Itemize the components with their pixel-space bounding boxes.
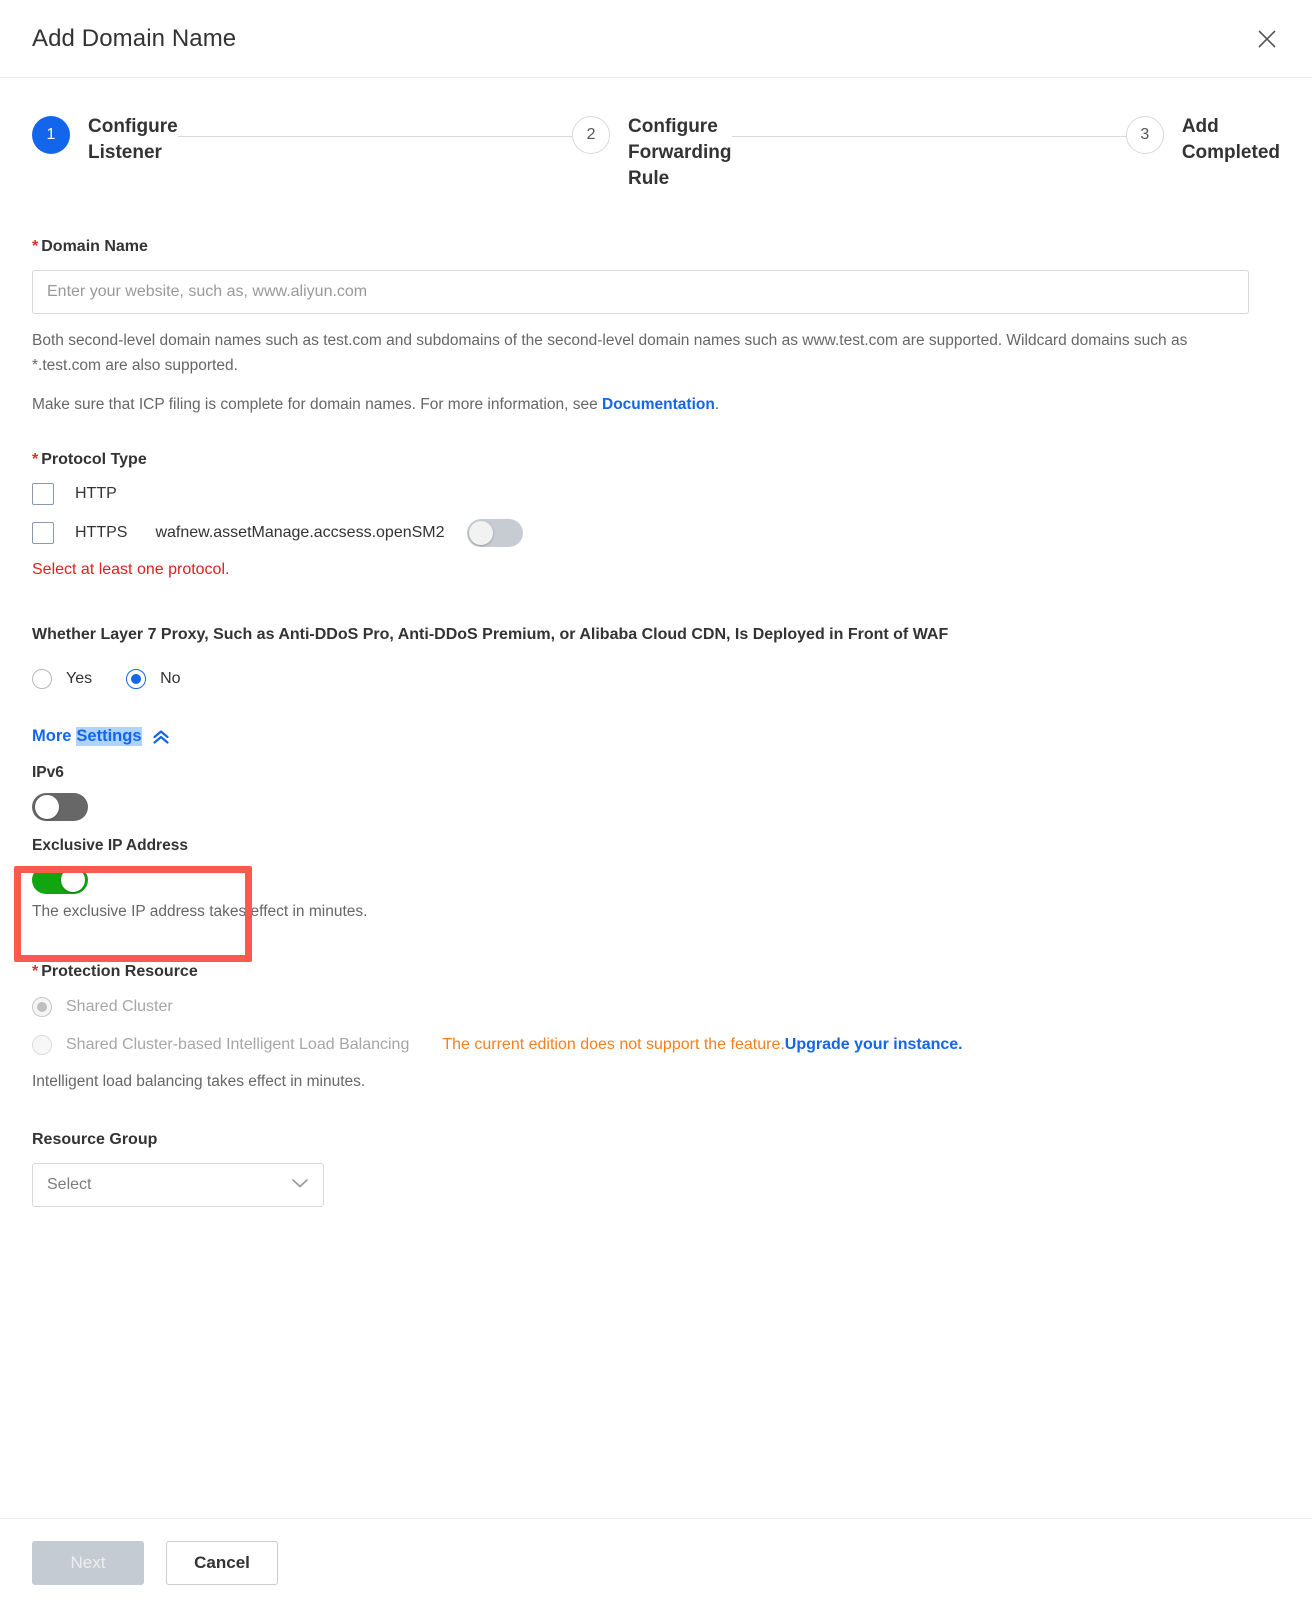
protocol-type-label-text: Protocol Type [41, 451, 147, 468]
step-1-number: 1 [32, 116, 70, 154]
chevron-double-up-icon [152, 729, 170, 745]
exclusive-ip-note: The exclusive IP address takes effect in… [32, 903, 368, 920]
feature-unsupported-text: The current edition does not support the… [442, 1036, 785, 1053]
ipv6-section: IPv6 [32, 764, 1280, 821]
required-asterisk: * [32, 963, 39, 980]
exclusive-ip-label: Exclusive IP Address [32, 837, 188, 854]
layer7-proxy-options: Yes No [32, 669, 1280, 689]
icp-help-suffix: . [714, 396, 720, 413]
step-3-label: Add Completed [1181, 116, 1281, 163]
step-3-number: 3 [1125, 116, 1164, 154]
checkbox-https-label: HTTPS [75, 524, 128, 541]
close-icon[interactable] [1250, 22, 1284, 56]
sm2-toggle[interactable] [466, 519, 523, 547]
page-title: Add Domain Name [32, 24, 237, 52]
ipv6-label: IPv6 [32, 764, 64, 781]
protocol-http-row[interactable]: HTTP [32, 483, 1280, 505]
required-asterisk: * [32, 451, 39, 468]
step-3-add-completed[interactable]: 3 Add Completed [1125, 114, 1281, 166]
exclusive-ip-toggle-knob [61, 868, 85, 892]
ipv6-toggle[interactable] [32, 793, 88, 821]
radio-layer7-no-label: No [160, 670, 181, 687]
checkbox-https[interactable] [32, 522, 54, 544]
step-connector-1 [177, 136, 573, 137]
more-settings-toggle[interactable]: More Settings [32, 727, 170, 746]
exclusive-ip-toggle[interactable] [32, 866, 88, 894]
protection-resource-note: Intelligent load balancing takes effect … [32, 1073, 366, 1090]
domain-name-help-1: Both second-level domain names such as t… [32, 332, 1188, 374]
next-button[interactable]: Next [32, 1540, 144, 1585]
checkbox-http[interactable] [32, 483, 54, 505]
feature-unsupported-message: The current edition does not support the… [442, 1036, 962, 1054]
sm2-toggle-knob [468, 521, 493, 545]
layer7-proxy-question: Whether Layer 7 Proxy, Such as Anti-DDoS… [32, 626, 949, 643]
dialog-footer: Next Cancel [0, 1518, 1312, 1606]
exclusive-ip-section: Exclusive IP Address The exclusive IP ad… [32, 837, 1280, 921]
ipv6-toggle-knob [35, 795, 59, 819]
radio-intelligent-load-balancing [32, 1035, 52, 1055]
documentation-link[interactable]: Documentation [602, 396, 715, 413]
step-1-label: Configure Listener [88, 116, 178, 163]
step-indicator: 1 Configure Listener 2 Configure Forward… [0, 78, 1312, 192]
step-1-configure-listener[interactable]: 1 Configure Listener [32, 114, 178, 166]
sm2-feature-label: wafnew.assetManage.accsess.openSM2 [155, 524, 445, 541]
protection-resource-label: * Protection Resource [32, 963, 1280, 981]
more-settings-settings-text: Settings [76, 727, 142, 746]
required-asterisk: * [32, 238, 39, 255]
chevron-down-icon [291, 1176, 309, 1194]
domain-name-help-2: Make sure that ICP filing is complete fo… [32, 392, 1247, 417]
more-settings-more-text: More [32, 727, 72, 745]
resource-group-select[interactable]: Select [32, 1163, 324, 1207]
protocol-type-section: * Protocol Type HTTP HTTPS wafnew.assetMa… [32, 451, 1280, 579]
radio-shared-cluster [32, 997, 52, 1017]
protection-option-shared-cluster: Shared Cluster [32, 997, 1280, 1017]
radio-layer7-no[interactable] [126, 669, 147, 689]
domain-name-label: * Domain Name [32, 238, 1280, 256]
radio-shared-cluster-label: Shared Cluster [66, 998, 173, 1015]
step-2-number: 2 [572, 116, 611, 154]
radio-intelligent-load-balancing-label: Shared Cluster-based Intelligent Load Ba… [66, 1036, 410, 1053]
resource-group-selected-value: Select [47, 1176, 92, 1193]
dialog-header: Add Domain Name [0, 0, 1312, 78]
icp-help-prefix: Make sure that ICP filing is complete fo… [32, 396, 603, 413]
checkbox-http-label: HTTP [75, 485, 117, 502]
step-2-label: Configure Forwarding Rule [628, 116, 732, 189]
domain-name-input[interactable] [32, 270, 1249, 314]
cancel-button[interactable]: Cancel [166, 1540, 278, 1585]
radio-layer7-yes-label: Yes [66, 670, 93, 687]
resource-group-section: Resource Group Select [32, 1131, 1280, 1207]
layer7-proxy-section: Whether Layer 7 Proxy, Such as Anti-DDoS… [32, 623, 1280, 689]
protocol-error-message: Select at least one protocol. [32, 561, 230, 578]
domain-name-label-text: Domain Name [41, 238, 148, 255]
resource-group-label: Resource Group [32, 1131, 158, 1148]
upgrade-instance-link[interactable]: Upgrade your instance. [785, 1036, 963, 1053]
protection-option-intelligent-lb: Shared Cluster-based Intelligent Load Ba… [32, 1035, 1280, 1055]
add-domain-form: *Domain Name Both second-level domain na… [0, 238, 1312, 1207]
protection-resource-label-text: Protection Resource [41, 963, 198, 980]
step-2-configure-forwarding-rule[interactable]: 2 Configure Forwarding Rule [572, 114, 732, 192]
radio-layer7-yes[interactable] [32, 669, 52, 689]
step-connector-2 [731, 136, 1126, 137]
protection-resource-section: * Protection Resource Shared Cluster Shar… [32, 963, 1280, 1091]
protocol-type-label: * Protocol Type [32, 451, 1280, 469]
protocol-https-row[interactable]: HTTPS wafnew.assetManage.accsess.openSM2 [32, 519, 1280, 547]
